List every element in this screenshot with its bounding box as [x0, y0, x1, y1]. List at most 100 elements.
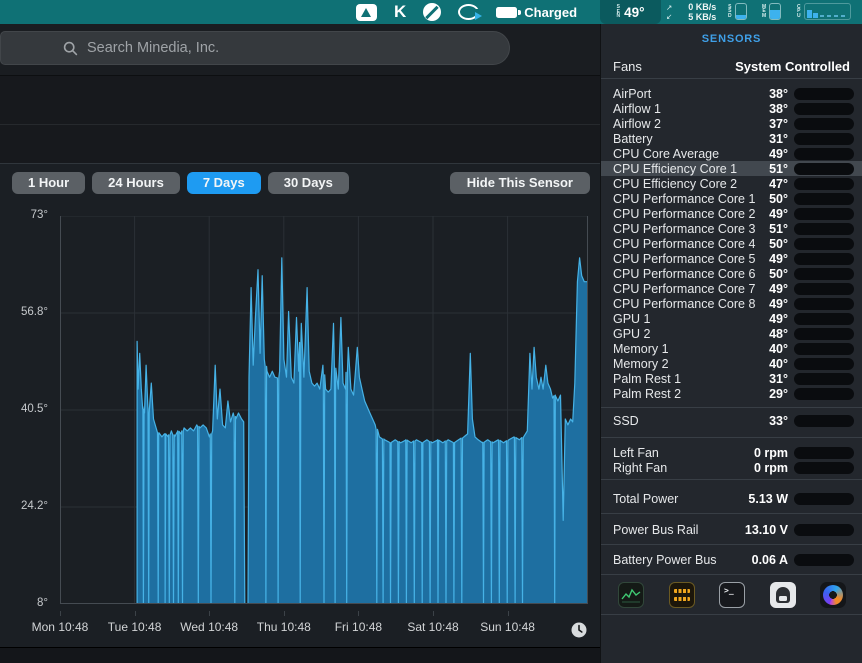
sensor-row-cpu-efficiency-core-1[interactable]: CPU Efficiency Core 151° — [601, 161, 862, 176]
range-button-1-hour[interactable]: 1 Hour — [12, 172, 85, 194]
sensor-value: 51° — [769, 222, 788, 236]
sensor-bar — [794, 313, 854, 325]
sensor-label: CPU Performance Core 2 — [613, 207, 755, 221]
sensor-row-cpu-core-average[interactable]: CPU Core Average49° — [601, 146, 862, 161]
sensor-row-cpu-performance-core-7[interactable]: CPU Performance Core 749° — [601, 281, 862, 296]
sensor-row-memory-2[interactable]: Memory 240° — [601, 356, 862, 371]
x-tick-label: Fri 10:48 — [335, 620, 382, 634]
sensor-label: CPU Performance Core 3 — [613, 222, 755, 236]
sensor-row-cpu-performance-core-4[interactable]: CPU Performance Core 450° — [601, 236, 862, 251]
range-button-7-days[interactable]: 7 Days — [187, 172, 261, 194]
x-tick-mark — [135, 611, 136, 616]
sensor-value: 51° — [769, 162, 788, 176]
sensor-bar — [794, 118, 854, 130]
sensor-row-cpu-performance-core-2[interactable]: CPU Performance Core 249° — [601, 206, 862, 221]
sensor-label: Memory 2 — [613, 357, 669, 371]
k-logo-icon[interactable]: K — [394, 2, 406, 22]
sensor-row-battery-power-bus[interactable]: Battery Power Bus0.06 A — [601, 552, 862, 567]
sensor-row-palm-rest-2[interactable]: Palm Rest 229° — [601, 386, 862, 401]
sensor-bar — [794, 133, 854, 145]
battery-status-label: Charged — [524, 5, 577, 20]
panel-title: SENSORS — [601, 24, 862, 54]
sensor-value: 49° — [769, 252, 788, 266]
sensor-label: Total Power — [613, 492, 678, 506]
sensor-label: Power Bus Rail — [613, 523, 698, 537]
menubar-ssd-widget[interactable]: S S D — [728, 3, 747, 20]
sensor-row-cpu-performance-core-6[interactable]: CPU Performance Core 650° — [601, 266, 862, 281]
sensor-row-airflow-2[interactable]: Airflow 237° — [601, 116, 862, 131]
sensor-row-battery[interactable]: Battery31° — [601, 131, 862, 146]
sensor-label: Airflow 2 — [613, 117, 661, 131]
sensor-row-ssd[interactable]: SSD33° — [601, 413, 862, 428]
bottom-strip — [0, 647, 600, 663]
ssd-section: SSD33° — [601, 408, 862, 437]
hide-this-sensor-button[interactable]: Hide This Sensor — [450, 172, 590, 194]
creative-cloud-icon[interactable] — [458, 4, 479, 20]
search-placeholder: Search Minedia, Inc. — [87, 40, 219, 56]
sensor-value: 38° — [769, 87, 788, 101]
fans-row[interactable]: Fans System Controlled — [601, 54, 862, 78]
sensor-bar — [794, 358, 854, 370]
x-tick-label: Mon 10:48 — [32, 620, 89, 634]
sensor-row-power-bus-rail[interactable]: Power Bus Rail13.10 V — [601, 522, 862, 537]
sensor-row-gpu-1[interactable]: GPU 149° — [601, 311, 862, 326]
sensor-row-gpu-2[interactable]: GPU 248° — [601, 326, 862, 341]
sensors-dropdown-panel: SENSORS Fans System Controlled AirPort 38… — [600, 24, 862, 663]
sensor-row-memory-1[interactable]: Memory 140° — [601, 341, 862, 356]
range-button-30-days[interactable]: 30 Days — [268, 172, 349, 194]
sensor-row-left-fan[interactable]: Left Fan0 rpm — [601, 445, 862, 460]
temperature-area-chart[interactable] — [60, 216, 588, 604]
battery-menu-item[interactable]: Charged — [496, 5, 577, 20]
triangle-app-icon[interactable] — [356, 4, 377, 21]
sensor-bar — [794, 524, 854, 536]
sensor-row-right-fan[interactable]: Right Fan 0 rpm — [601, 460, 862, 475]
sensor-bar — [794, 343, 854, 355]
sensor-row-cpu-efficiency-core-2[interactable]: CPU Efficiency Core 247° — [601, 176, 862, 191]
sensor-label: Right Fan — [613, 461, 667, 475]
range-button-24-hours[interactable]: 24 Hours — [92, 172, 180, 194]
sensor-value: 0 rpm — [754, 461, 788, 475]
sensor-row-cpu-performance-core-1[interactable]: CPU Performance Core 150° — [601, 191, 862, 206]
no-entry-icon[interactable] — [423, 3, 441, 21]
search-input[interactable]: Search Minedia, Inc. — [0, 31, 510, 65]
sensor-value: 38° — [769, 102, 788, 116]
mem-stack-label: M E M — [762, 5, 766, 19]
menubar-sensors-item[interactable]: S E N 49° — [600, 0, 661, 24]
sensor-value: 50° — [769, 237, 788, 251]
sensor-label: AirPort — [613, 87, 651, 101]
sensor-row-airflow-1[interactable]: Airflow 138° — [601, 101, 862, 116]
x-tick-label: Wed 10:48 — [180, 620, 238, 634]
menubar-memory-widget[interactable]: M E M — [762, 3, 781, 20]
sensor-row-cpu-performance-core-3[interactable]: CPU Performance Core 3 51° — [601, 221, 862, 236]
orange-text-widget-icon[interactable] — [669, 582, 695, 608]
menubar-cpu-widget[interactable]: C P U — [797, 3, 851, 20]
menubar-network-widget[interactable]: ↗↙ 0 KB/s 5 KB/s — [666, 3, 716, 22]
sensor-row-cpu-performance-core-8[interactable]: CPU Performance Core 849° — [601, 296, 862, 311]
sensor-row-palm-rest-1[interactable]: Palm Rest 131° — [601, 371, 862, 386]
sensor-value: 49° — [769, 147, 788, 161]
sensor-value: 33° — [769, 414, 788, 428]
sensor-label: GPU 2 — [613, 327, 651, 341]
sensor-row-total-power[interactable]: Total Power 5.13 W — [601, 491, 862, 506]
gauge-app-icon[interactable] — [820, 582, 846, 608]
fan-speed-section: Left Fan0 rpmRight Fan 0 rpm — [601, 438, 862, 479]
sensor-bar — [794, 283, 854, 295]
sensor-value: 49° — [769, 282, 788, 296]
sensor-value: 47° — [769, 177, 788, 191]
x-tick-mark — [284, 611, 285, 616]
photo-booth-app-icon[interactable] — [770, 582, 796, 608]
sensor-value: 5.13 W — [748, 492, 788, 506]
sensor-row-cpu-performance-core-5[interactable]: CPU Performance Core 549° — [601, 251, 862, 266]
fans-label: Fans — [613, 59, 642, 74]
terminal-app-icon[interactable]: >_ — [719, 582, 745, 608]
history-clock-icon[interactable] — [571, 622, 587, 638]
upload-speed: 0 KB/s — [688, 2, 716, 12]
menubar-temperature-value: 49° — [624, 5, 644, 20]
sensor-bar — [794, 447, 854, 459]
sensor-bar — [794, 415, 854, 427]
sensor-value: 0.06 A — [752, 553, 788, 567]
sensor-row-airport[interactable]: AirPort 38° — [601, 86, 862, 101]
sensor-bar — [794, 373, 854, 385]
graph-app-icon[interactable] — [618, 582, 644, 608]
sensor-value: 40° — [769, 342, 788, 356]
